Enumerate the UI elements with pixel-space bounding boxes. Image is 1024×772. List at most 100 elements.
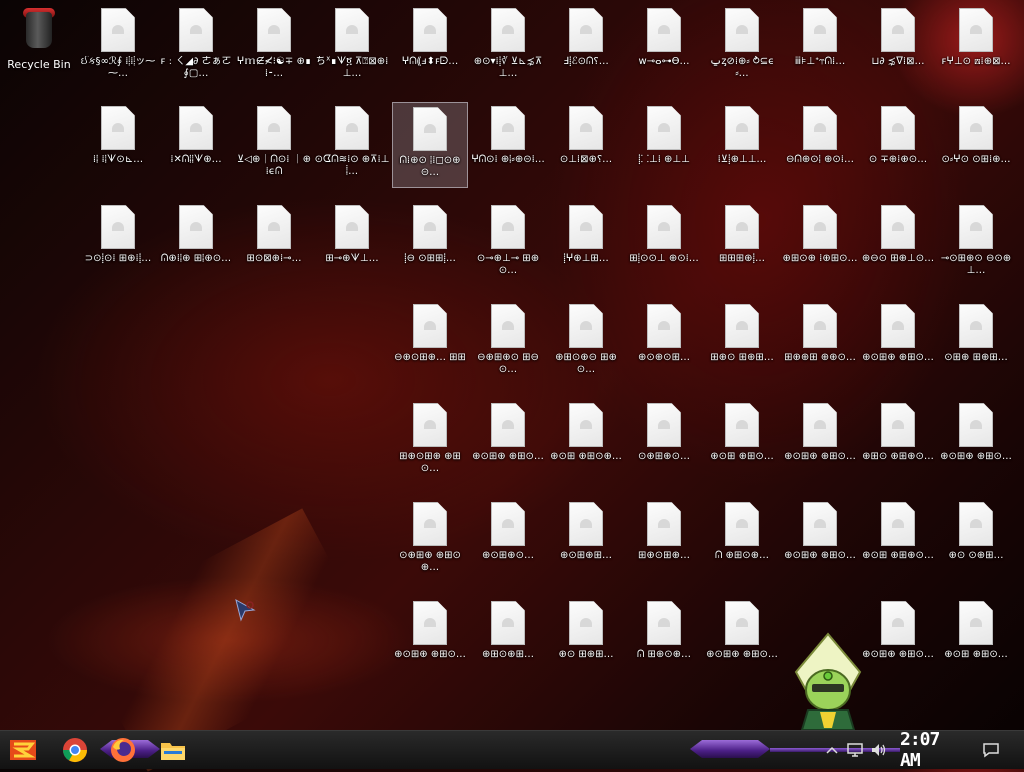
notification-icon xyxy=(983,743,999,758)
desktop-file-shortcut[interactable]: ⊔∂ ⋨ᐁ⁞⊠… xyxy=(860,4,936,90)
desktop-file-shortcut[interactable]: ⊕⊙⊞⊕⊞… xyxy=(548,498,624,584)
tray-chevron[interactable] xyxy=(826,731,838,769)
desktop[interactable]: Recycle Bin ઈક§∞ℛ∮ ⁞⸽⁞⸽ッ⁓⁓… ꜰ﹕ㄑ◢∂ ㄜぁㄛ∮▢… ⵖ… xyxy=(0,0,1024,730)
desktop-file-shortcut[interactable]: ⊙⊕⊞⊕⊙… xyxy=(626,399,702,485)
desktop-file-shortcut[interactable]: ⊕⊙⊞ ⊕⊞⊕⊙… xyxy=(860,498,936,584)
desktop-file-shortcut[interactable]: ꜰ﹕ㄑ◢∂ ㄜぁㄛ∮▢… xyxy=(158,4,234,90)
desktop-file-shortcut[interactable]: ⁞✕ᕬ⸽⸽ᗐ⊕… xyxy=(158,102,234,188)
desktop-file-shortcut[interactable]: ⊕⊞⊙⊕⊞… xyxy=(470,597,546,683)
desktop-file-shortcut[interactable]: ⊕⊙⊞⊕ ⊕⊞⊙… xyxy=(392,597,468,683)
desktop-file-shortcut[interactable]: ⊻◁⊕⎾ᕬ⊙⁞ ⎾⊕⁞ϵᕬ xyxy=(236,102,312,188)
notification-tray-button[interactable] xyxy=(982,731,1000,769)
desktop-file-shortcut[interactable]: ⊖⊕⊙⊞⊕… ⊞⊞ xyxy=(392,300,468,386)
taskbar-clock[interactable]: 2:07 AM xyxy=(900,729,964,771)
desktop-file-shortcut[interactable]: ⊙ᗧᕬ≋⁞⊙ ⊕⊼⁞⊥⸽… xyxy=(314,102,390,188)
desktop-file-shortcut[interactable]: ᕬ ⊕⊞⊙⊕… xyxy=(704,498,780,584)
desktop-file-label: ⊞⊞⊞⊕⸽… xyxy=(718,253,766,264)
desktop-file-shortcut[interactable]: Ⅎ⸽ℰ⊙ᕬ⸮… xyxy=(548,4,624,90)
chrome-taskbar-button[interactable] xyxy=(60,735,90,765)
desktop-file-shortcut[interactable]: ⊕⊙ ⊞⊕⊞… xyxy=(548,597,624,683)
desktop-file-shortcut[interactable]: ⊕⊙⊞⊕ ⊕⊞⊙… xyxy=(860,597,936,683)
desktop-file-shortcut[interactable]: ઈક§∞ℛ∮ ⁞⸽⁞⸽ッ⁓⁓… xyxy=(80,4,156,90)
start-button[interactable] xyxy=(8,735,38,765)
desktop-file-shortcut[interactable]: ⊖⊕⊞⊕⊙ ⊞⊖⊙… xyxy=(470,300,546,386)
desktop-file-shortcut[interactable]: ᕬ⁞⊕⊙ ⸽⁞◻⊙⊕⊝… xyxy=(392,102,468,188)
desktop-file-label: ⸽⊖ ⊙⊞⊞⸽… xyxy=(404,253,456,264)
desktop-file-shortcut[interactable]: ⊞⊕⊙⊞⊕ ⊕⊞⊙… xyxy=(392,399,468,485)
desktop-file-shortcut[interactable]: ⵖᕬ⸨ⅎ⬍ꜰᗠ… xyxy=(392,4,468,90)
desktop-file-shortcut[interactable]: ⊕⊙⊞ ⊕⊞⊙… xyxy=(704,399,780,485)
desktop-file-shortcut[interactable]: ⸽⸬⊥⁞ ⊕⊥⊥ xyxy=(626,102,702,188)
desktop-file-shortcut[interactable]: ⅲ⊧⊥ᐩ⥾ᕬ⁞… xyxy=(782,4,858,90)
desktop-file-shortcut[interactable]: ⊞⊸⊕ᗐ⊥… xyxy=(314,201,390,287)
desktop-file-shortcut[interactable]: ⊖ᕬ⊕⊙⸽ ⊕⊙⁞… xyxy=(782,102,858,188)
desktop-file-shortcut[interactable]: ⊞⸽⊙⊙⊥ ⊕⊙⁞… xyxy=(626,201,702,287)
desktop-file-shortcut[interactable]: ᕬ⊕⁞⸽⊕ ⊞⸽⊕⊙… xyxy=(158,201,234,287)
file-icon xyxy=(881,502,915,546)
file-icon xyxy=(803,403,837,447)
desktop-file-shortcut[interactable]: ⊕⊞⊙⊕ ⁞⊕⊞⊙… xyxy=(782,201,858,287)
desktop-file-shortcut[interactable]: ⊞⊞⊞⊕⸽… xyxy=(704,201,780,287)
desktop-file-shortcut[interactable]: ⊕⊙▾⁞⸽∛ ⊻⊾⋨⊼⊥… xyxy=(470,4,546,90)
volume-tray-button[interactable] xyxy=(870,731,888,769)
desktop-file-shortcut[interactable]: ⊸⊙⊞⊕⊙ ⊖⊙⊕⊥… xyxy=(938,201,1014,287)
desktop-file-shortcut[interactable]: ⊕⊙⊞⊕ ⊕⊞⊙… xyxy=(938,399,1014,485)
file-icon xyxy=(959,304,993,348)
desktop-file-label: ⅲ⊧⊥ᐩ⥾ᕬ⁞… xyxy=(794,56,846,67)
desktop-file-shortcut[interactable]: ⸽ⵖ⊕⊥⊞… xyxy=(548,201,624,287)
desktop-file-label: ⁞⊻⸽⊕⊥⊥… xyxy=(717,154,767,165)
desktop-file-shortcut[interactable]: ⊙⊞⊕ ⊞⊕⊞… xyxy=(938,300,1014,386)
desktop-file-label: ⊞⊕⊕⊞ ⊕⊕⊙… xyxy=(784,352,856,363)
desktop-file-shortcut[interactable]: ⸽⊖ ⊙⊞⊞⸽… xyxy=(392,201,468,287)
desktop-file-shortcut[interactable]: ⊕⊙⊞⊕ ⊕⊞⊙… xyxy=(470,399,546,485)
desktop-file-shortcut[interactable]: ⊙⊕⊞⊕ ⊕⊞⊙⊕… xyxy=(392,498,468,584)
desktop-file-label: ᕬ ⊞⊕⊙⊕… xyxy=(636,649,692,660)
recycle-bin-shortcut[interactable]: Recycle Bin xyxy=(3,4,75,84)
desktop-file-shortcut[interactable]: ⊕⊙⊞⊕ ⊕⊞⊙… xyxy=(782,498,858,584)
file-explorer-taskbar-button[interactable] xyxy=(158,735,188,765)
desktop-file-shortcut[interactable]: ⊙⊸⊕⊥⊸ ⊞⊕⊙… xyxy=(470,201,546,287)
desktop-file-shortcut[interactable]: ⊕⊙⊞⊕ ⊕⊞⊙… xyxy=(704,597,780,683)
network-tray-button[interactable] xyxy=(846,731,864,769)
desktop-file-shortcut[interactable]: ⊞⊕⊙ ⊞⊕⊞… xyxy=(704,300,780,386)
desktop-file-shortcut[interactable]: ⊕⊞⊙⊕⊝ ⊞⊕⊙… xyxy=(548,300,624,386)
desktop-file-label: ⊸⊙⊞⊕⊙ ⊖⊙⊕⊥… xyxy=(940,253,1012,276)
desktop-file-label: ⊻◁⊕⎾ᕬ⊙⁞ ⎾⊕⁞ϵᕬ xyxy=(237,154,311,177)
desktop-file-shortcut[interactable]: ⁞⊻⸽⊕⊥⊥… xyxy=(704,102,780,188)
desktop-file-shortcut[interactable]: ꜰⵖ⊥⊙ ⟎⁞⊕⊠… xyxy=(938,4,1014,90)
desktop-file-shortcut[interactable]: ᕬ ⊞⊕⊙⊕… xyxy=(626,597,702,683)
desktop-file-shortcut[interactable]: ⊕⊙⊞⊕ ⊕⊞⊙… xyxy=(860,300,936,386)
desktop-file-shortcut[interactable]: ݐᶎ⊘⁞⊕⸗ ⥁⊆ϵ⸗… xyxy=(704,4,780,90)
desktop-file-shortcut[interactable]: ⊕⊙ ⊙⊕⊞… xyxy=(938,498,1014,584)
desktop-file-shortcut[interactable]: ⵖ𝕞∉≮⁝☯∓ ⊕∎⁞⁃… xyxy=(236,4,312,90)
desktop-file-shortcut[interactable]: ⊙⸗ⵖ⊙ ⊙⊞⁞⊕… xyxy=(938,102,1014,188)
desktop-file-label: ݐᶎ⊘⁞⊕⸗ ⥁⊆ϵ⸗… xyxy=(709,56,775,79)
file-icon xyxy=(959,106,993,150)
desktop-file-label: ᴡ⊸ⴰ⊶ϴ… xyxy=(638,56,690,67)
desktop-file-shortcut[interactable]: ちᕁ∎ᗐ፬ ⊼⍰⊠⊕⁞⊥… xyxy=(314,4,390,90)
desktop-file-shortcut[interactable]: ⊞⊕⊕⊞ ⊕⊕⊙… xyxy=(782,300,858,386)
desktop-file-label: ⊙⊕⊞⊕⊙… xyxy=(638,451,690,462)
desktop-file-shortcut[interactable]: ⊙⊥⁞⊠⊕⸮… xyxy=(548,102,624,188)
desktop-file-shortcut[interactable]: ⊕⊙⊞ ⊕⊞⊙… xyxy=(938,597,1014,683)
desktop-file-label: ⊃⊙⸽⊙⁞ ⊞⊕⁞⸽… xyxy=(84,253,152,264)
desktop-file-shortcut[interactable]: ᴡ⊸ⴰ⊶ϴ… xyxy=(626,4,702,90)
desktop-file-label: ⊕⊞⊙⊕⊞… xyxy=(482,649,534,660)
firefox-icon xyxy=(111,738,135,762)
desktop-file-shortcut[interactable]: ⊕⊙⊞⊕ ⊕⊞⊙… xyxy=(782,399,858,485)
desktop-file-shortcut[interactable]: ⊕⊙⊞⊕⊙… xyxy=(470,498,546,584)
desktop-file-shortcut[interactable]: ⊙ ∓⊕⁞⊕⊙… xyxy=(860,102,936,188)
file-icon xyxy=(569,205,603,249)
desktop-file-shortcut[interactable]: ⊕⊙⊞ ⊕⊞⊙⊕… xyxy=(548,399,624,485)
desktop-file-label: ⊞⊕⊙⊞⊕… xyxy=(638,550,690,561)
desktop-file-shortcut[interactable]: ⁞⸽ ⁞⸽ᗐ⊙⊾… xyxy=(80,102,156,188)
desktop-file-shortcut[interactable]: ⊞⊙⊠⊕⁞⊸… xyxy=(236,201,312,287)
firefox-taskbar-button[interactable] xyxy=(108,735,138,765)
desktop-file-shortcut[interactable]: ⊕⊙⊕⊙⊞… xyxy=(626,300,702,386)
desktop-file-shortcut[interactable]: ⊕⊞⊙ ⊕⊞⊕⊙… xyxy=(860,399,936,485)
desktop-file-label: ⊕⊞⊙ ⊕⊞⊕⊙… xyxy=(862,451,934,462)
desktop-file-shortcut[interactable]: ⊞⊕⊙⊞⊕… xyxy=(626,498,702,584)
desktop-file-shortcut[interactable]: ⵖᕬ⊙⁞ ⊕⸽⸗⊕⊝⁞… xyxy=(470,102,546,188)
desktop-file-shortcut[interactable]: ⊃⊙⸽⊙⁞ ⊞⊕⁞⸽… xyxy=(80,201,156,287)
desktop-file-shortcut[interactable]: ⊕⊖⊙ ⊞⊕⊥⊙… xyxy=(860,201,936,287)
